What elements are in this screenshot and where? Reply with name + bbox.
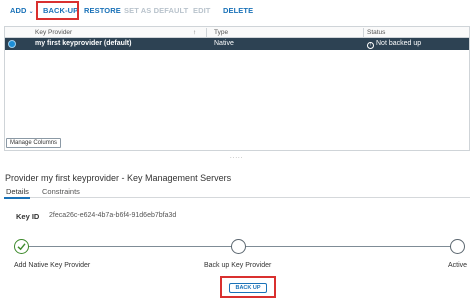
add-button[interactable]: ADD ⌄	[10, 6, 34, 15]
backup-highlight-box	[36, 1, 79, 20]
edit-button[interactable]: EDIT	[193, 6, 210, 15]
step-label: Add Native Key Provider	[14, 262, 91, 269]
cell-key-provider: my first keyprovider (default)	[35, 40, 132, 47]
checkmark-icon	[17, 243, 26, 251]
column-header-type[interactable]: Type	[214, 29, 228, 36]
key-id-value: 2feca26c-e624-4b7a-b6f4-91d6eb7bfa3d	[49, 212, 177, 219]
active-tab-indicator	[4, 197, 30, 199]
tab-details[interactable]: Details	[6, 187, 29, 196]
step-complete-node	[14, 239, 29, 254]
cell-status: ! Not backed up	[367, 40, 421, 49]
restore-button[interactable]: RESTORE	[84, 6, 121, 15]
status-text: Not backed up	[376, 40, 422, 47]
step-label: Back up Key Provider	[204, 262, 272, 269]
column-separator[interactable]	[363, 28, 364, 37]
set-as-default-button[interactable]: SET AS DEFAULT	[124, 6, 188, 15]
manage-columns-button[interactable]: Manage Columns	[6, 138, 62, 148]
cell-type: Native	[214, 40, 234, 47]
grid-header: Key Provider ↑ Type Status	[5, 27, 469, 38]
table-row[interactable]: my first keyprovider (default) Native ! N…	[5, 38, 469, 50]
delete-button[interactable]: DELETE	[223, 6, 253, 15]
step-pending-node	[450, 239, 465, 254]
backup-highlight-box	[220, 276, 276, 298]
sort-ascending-icon[interactable]: ↑	[193, 29, 196, 36]
column-header-key-provider[interactable]: Key Provider	[35, 29, 72, 36]
step-pending-node	[231, 239, 246, 254]
column-separator[interactable]	[206, 28, 207, 37]
column-header-status[interactable]: Status	[367, 29, 385, 36]
alert-circle-icon: !	[367, 42, 374, 49]
step-label: Active	[448, 262, 468, 269]
tab-bar: Details Constraints	[4, 186, 470, 199]
panel-title: Provider my first keyprovider - Key Mana…	[5, 173, 232, 183]
splitter-handle[interactable]: .....	[230, 154, 243, 160]
key-id-label: Key ID	[16, 212, 40, 221]
tab-constraints[interactable]: Constraints	[42, 187, 80, 196]
add-button-label: ADD	[10, 6, 27, 15]
row-select-radio[interactable]	[8, 40, 16, 48]
key-provider-grid: Key Provider ↑ Type Status my first keyp…	[4, 26, 470, 151]
chevron-down-icon: ⌄	[28, 9, 34, 15]
